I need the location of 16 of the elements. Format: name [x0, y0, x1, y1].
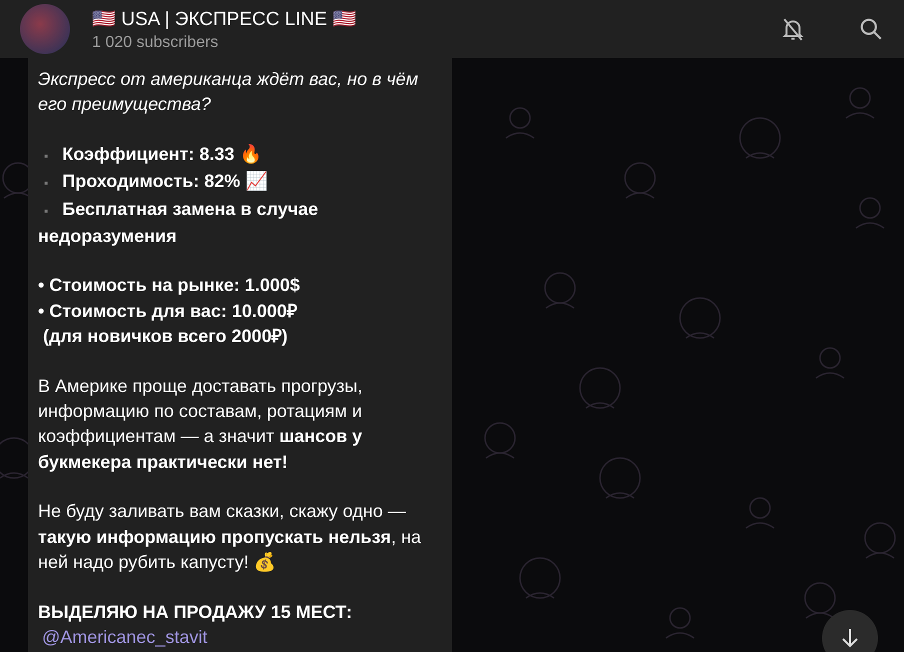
price-line: • Стоимость на рынке: 1.000$ [38, 274, 301, 298]
scroll-down-button[interactable] [822, 610, 878, 652]
message-paragraph: Не буду заливать вам сказки, скажу одно — такую информацию пропускать нельзя, на ней надо рубить капусту! 💰 [38, 500, 422, 574]
message-paragraph: Экспресс от американца ждёт вас, но в чём его преимущества? [38, 68, 420, 116]
message-paragraph: В Америке проще доставать прогрузы, информацию по составам, ротациям и коэффициентам — а значит шансов у букмекера практически нет! [38, 374, 364, 474]
message-heading: ВЫДЕЛЯЮ НА ПРОДАЖУ 15 МЕСТ: [38, 600, 354, 624]
subscriber-count: 1 020 subscribers [92, 34, 220, 52]
list-item: ▪ Коэффициент: 8.33 🔥 [43, 142, 262, 166]
username-link[interactable]: @Americanec_stavit [42, 626, 208, 647]
price-line: • Стоимость для вас: 10.000₽ [38, 300, 298, 323]
channel-title: 🇺🇸 USA | ЭКСПРЕСС LINE 🇺🇸 [92, 8, 358, 30]
list-item: ▪ Бесплатная замена в случае недоразумения [38, 198, 320, 248]
search-icon[interactable] [858, 16, 884, 42]
list-item: ▪ Проходимость: 82% 📈 [43, 170, 268, 194]
price-line: (для новичков всего 2000₽) [42, 325, 289, 348]
bell-muted-icon[interactable] [780, 16, 806, 42]
